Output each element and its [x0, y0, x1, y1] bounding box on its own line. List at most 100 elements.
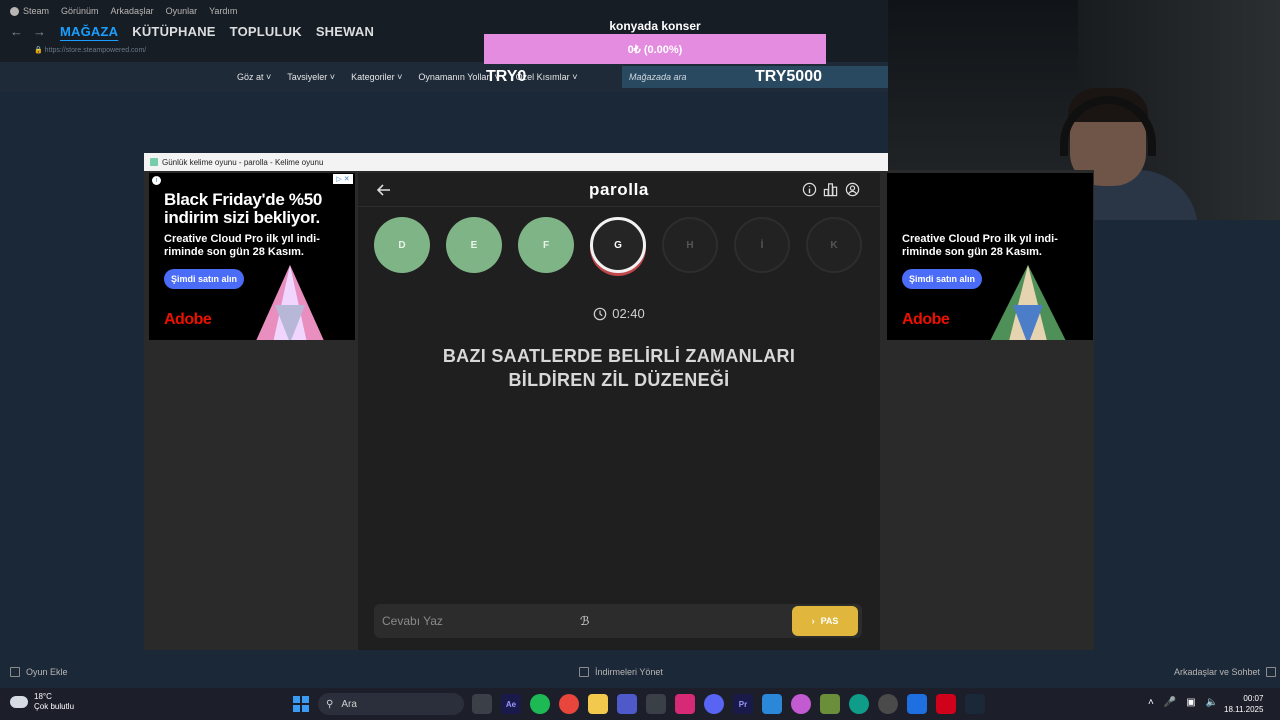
url-bar: 🔒 https://store.steampowered.com/ [34, 47, 147, 54]
ad-headline: Black Friday'de %50 indirim sizi bekliyo… [164, 190, 323, 227]
pass-button[interactable]: › PAS [792, 606, 858, 636]
adobe-logo: Adobe [902, 311, 950, 328]
teams-icon[interactable] [617, 694, 637, 714]
tab-store[interactable]: MAĞAZA [60, 24, 118, 39]
copilot-icon[interactable] [791, 694, 811, 714]
user-icon[interactable] [845, 182, 860, 197]
plus-icon [10, 667, 20, 677]
forward-arrow-icon[interactable]: → [33, 24, 46, 39]
weather-desc: Çok bulutlu [34, 702, 75, 711]
adobe-logo: Adobe [164, 311, 212, 328]
taskbar-apps: Ae Pr [472, 694, 985, 714]
chrome-icon[interactable] [559, 694, 579, 714]
obs-icon[interactable] [878, 694, 898, 714]
ad-left[interactable]: i ▷ ✕ Black Friday'de %50 indirim sizi b… [149, 173, 355, 340]
chevron-up-icon[interactable]: ˄ [1148, 697, 1154, 708]
store-icon[interactable] [646, 694, 666, 714]
letter-circle-g: G [590, 217, 646, 273]
taskbar-search-label: Ara [341, 698, 357, 710]
ad-right-subtext: Creative Cloud Pro ilk yıl indi- riminde… [902, 233, 1058, 258]
instagram-icon[interactable] [675, 694, 695, 714]
file-explorer-icon[interactable] [588, 694, 608, 714]
store-links: Göz at ˅ Tavsiyeler ˅ Kategoriler ˅ Oyna… [237, 72, 577, 82]
add-game-button[interactable]: Oyun Ekle [10, 667, 68, 677]
after-effects-icon[interactable]: Ae [501, 694, 521, 714]
task-view-icon[interactable] [472, 694, 492, 714]
info-icon[interactable] [802, 182, 817, 197]
minecraft-icon[interactable] [820, 694, 840, 714]
text-cursor-icon: ℬ [580, 614, 590, 628]
app-icon[interactable] [907, 694, 927, 714]
discord-icon[interactable] [704, 694, 724, 714]
clock-date: 18.11.2025 [1224, 705, 1264, 714]
screen-recorder-icon[interactable] [936, 694, 956, 714]
steam-menu-view[interactable]: Görünüm [61, 6, 99, 16]
ad-right[interactable]: Creative Cloud Pro ilk yıl indi- riminde… [887, 173, 1093, 340]
cloud-icon [10, 696, 28, 708]
store-link-recommendations[interactable]: Tavsiyeler ˅ [287, 72, 335, 82]
letter-circle-d: D [374, 217, 430, 273]
letter-circles: D E F G H İ K [374, 217, 862, 273]
download-icon [579, 667, 589, 677]
donation-title: konyada konser [609, 19, 701, 33]
letter-circle-k: K [806, 217, 862, 273]
timer: 02:40 [358, 306, 880, 321]
clock-icon [593, 307, 607, 320]
steam-menu-friends[interactable]: Arkadaşlar [111, 6, 154, 16]
steam-menu-help[interactable]: Yardım [209, 6, 237, 16]
chat-icon [1266, 667, 1277, 677]
back-arrow-icon[interactable]: ← [10, 24, 23, 39]
chevron-right-icon: › [811, 616, 815, 626]
donation-progress-text: 0₺ (0.00%) [627, 43, 683, 56]
tab-library[interactable]: KÜTÜPHANE [132, 24, 215, 39]
taskbar-search[interactable]: ⚲ Ara [318, 693, 464, 715]
mail-icon[interactable] [762, 694, 782, 714]
search-icon: ⚲ [326, 698, 334, 710]
weather-temp: 18°C [34, 692, 52, 701]
ad-subtext: Creative Cloud Pro ilk yıl indi- riminde… [164, 233, 320, 258]
store-link-browse[interactable]: Göz at ˅ [237, 72, 271, 82]
letter-circle-i: İ [734, 217, 790, 273]
windows-start-icon[interactable] [293, 696, 309, 712]
edge-icon[interactable] [849, 694, 869, 714]
window-icon [150, 158, 158, 166]
ad-info-icon[interactable]: i [152, 176, 161, 185]
spotify-icon[interactable] [530, 694, 550, 714]
clock-time: 00:07 [1243, 694, 1264, 703]
taskbar-clock[interactable]: 00:07 18.11.2025 [1224, 693, 1263, 715]
timer-value: 02:40 [612, 306, 645, 321]
ad-choices-icon[interactable]: ▷ ✕ [333, 174, 353, 184]
question-text: BAZI SAATLERDE BELİRLİ ZAMANLARI BİLDİRE… [442, 346, 796, 390]
steam-logo-icon [10, 6, 19, 16]
network-icon[interactable]: ▣ [1186, 697, 1195, 708]
volume-icon[interactable]: 🔈 [1206, 697, 1218, 708]
donation-max-label: TRY5000 [755, 68, 822, 85]
ad-cta-button[interactable]: Şimdi satın alın [164, 269, 244, 289]
steam-nav: ← → MAĞAZA KÜTÜPHANE TOPLULUK SHEWAN [10, 24, 374, 39]
weather-widget[interactable]: 18°C Çok bulutlu [10, 692, 74, 712]
window-title: Günlük kelime oyunu - parolla - Kelime o… [162, 157, 324, 167]
letter-circle-h: H [662, 217, 718, 273]
game-header: parolla [358, 173, 880, 207]
letter-circle-e: E [446, 217, 502, 273]
premiere-icon[interactable]: Pr [733, 694, 753, 714]
store-link-categories[interactable]: Kategoriler ˅ [351, 72, 402, 82]
donation-progress-bar: 0₺ (0.00%) [484, 34, 826, 64]
steam-menu-steam[interactable]: Steam [10, 6, 49, 16]
parolla-game: parolla D E F G H İ K 02:40 BAZI SAATLER… [358, 173, 880, 650]
system-tray: ˄ 🎤 ▣ 🔈 [1148, 697, 1218, 708]
friends-chat-button[interactable]: Arkadaşlar ve Sohbet [1174, 667, 1277, 677]
steam-menu-games[interactable]: Oyunlar [166, 6, 198, 16]
steam-menu-bar: Steam Görünüm Arkadaşlar Oyunlar Yardım [10, 6, 237, 16]
stats-icon[interactable] [823, 182, 838, 197]
ad-right-cta-button[interactable]: Şimdi satın alın [902, 269, 982, 289]
manage-downloads-button[interactable]: İndirmeleri Yönet [579, 667, 663, 677]
window-titlebar: Günlük kelime oyunu - parolla - Kelime o… [144, 153, 888, 171]
ad-landscape-art-icon [990, 265, 1066, 340]
letter-circle-f: F [518, 217, 574, 273]
microphone-icon[interactable]: 🎤 [1164, 697, 1176, 708]
tab-profile[interactable]: SHEWAN [316, 24, 374, 39]
donation-min-label: TRY0 [486, 68, 527, 85]
steam-taskbar-icon[interactable] [965, 694, 985, 714]
tab-community[interactable]: TOPLULUK [230, 24, 302, 39]
